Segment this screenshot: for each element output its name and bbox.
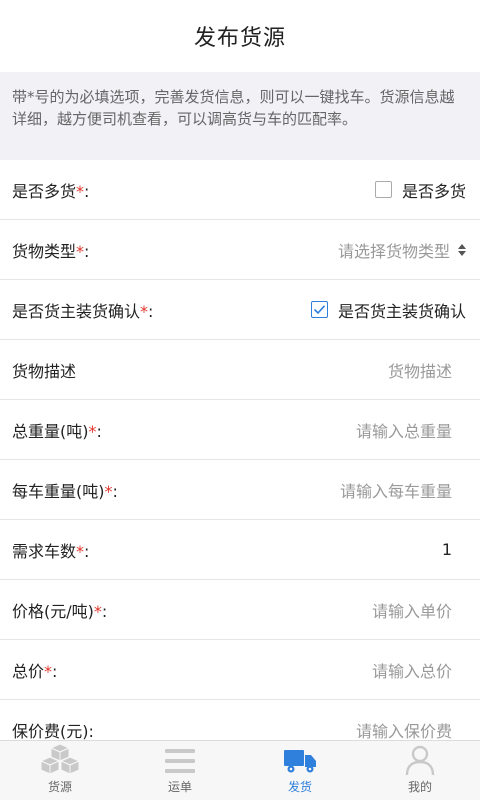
page-title: 发布货源 <box>193 26 286 51</box>
truck-count-row[interactable]: 需求车数*: 1 <box>0 520 480 580</box>
bottom-tabbar: 货源 运单 发货 我的 <box>0 740 480 800</box>
owner-confirm-label: 是否货主装货确认*: <box>12 301 154 321</box>
owner-confirm-row[interactable]: 是否货主装货确认*: 是否货主装货确认 <box>0 280 480 340</box>
insurance-fee-label: 保价费(元): <box>12 721 94 741</box>
insurance-fee-row[interactable]: 保价费(元): 请输入保价费 <box>0 700 480 741</box>
insurance-fee-input[interactable]: 请输入保价费 <box>356 718 466 741</box>
per-truck-weight-row[interactable]: 每车重量(吨)*: 请输入每车重量 <box>0 460 480 520</box>
cargo-type-row[interactable]: 货物类型*: 请选择货物类型 <box>0 220 480 280</box>
checkbox-checked-icon[interactable] <box>310 301 328 318</box>
multi-cargo-checkbox[interactable]: 是否多货 <box>374 178 466 202</box>
unit-price-input[interactable]: 请输入单价 <box>372 598 466 622</box>
boxes-icon <box>39 743 81 775</box>
cargo-desc-input[interactable]: 货物描述 <box>388 358 466 382</box>
tab-waybill[interactable]: 运单 <box>120 741 240 800</box>
truck-count-label: 需求车数*: <box>12 541 90 561</box>
truck-count-input[interactable]: 1 <box>442 540 466 559</box>
tab-cargo-source[interactable]: 货源 <box>0 741 120 800</box>
owner-confirm-checkbox[interactable]: 是否货主装货确认 <box>310 298 466 322</box>
cargo-type-label: 货物类型*: <box>12 241 90 261</box>
cargo-desc-label: 货物描述 <box>12 361 77 381</box>
form-notice: 带*号的为必填选项，完善发货信息，则可以一键找车。货源信息越详细，越方便司机查看… <box>0 72 480 160</box>
truck-icon <box>284 750 316 773</box>
user-icon <box>405 745 435 776</box>
per-truck-weight-label: 每车重量(吨)*: <box>12 481 118 501</box>
list-icon <box>165 749 195 773</box>
total-weight-row[interactable]: 总重量(吨)*: 请输入总重量 <box>0 400 480 460</box>
select-arrows-icon <box>458 243 466 256</box>
cargo-desc-row[interactable]: 货物描述 货物描述 <box>0 340 480 400</box>
multi-cargo-row[interactable]: 是否多货*: 是否多货 <box>0 160 480 220</box>
multi-cargo-label: 是否多货*: <box>12 181 90 201</box>
total-weight-input[interactable]: 请输入总重量 <box>356 418 466 442</box>
total-weight-label: 总重量(吨)*: <box>12 421 102 441</box>
unit-price-row[interactable]: 价格(元/吨)*: 请输入单价 <box>0 580 480 640</box>
total-price-row[interactable]: 总价*: 请输入总价 <box>0 640 480 700</box>
per-truck-weight-input[interactable]: 请输入每车重量 <box>340 478 466 502</box>
cargo-type-select[interactable]: 请选择货物类型 <box>338 238 466 262</box>
cargo-form: 是否多货*: 是否多货 货物类型*: 请选择货物类型 是否货主装货确认*: 是否… <box>0 160 480 740</box>
tab-mine[interactable]: 我的 <box>360 741 480 800</box>
checkbox-unchecked-icon[interactable] <box>374 181 392 198</box>
tab-ship[interactable]: 发货 <box>240 741 360 800</box>
top-header: 发布货源 <box>0 0 480 72</box>
total-price-input[interactable]: 请输入总价 <box>372 658 466 682</box>
notice-text: 带*号的为必填选项，完善发货信息，则可以一键找车。货源信息越详细，越方便司机查看… <box>12 88 455 128</box>
total-price-label: 总价*: <box>12 661 58 681</box>
unit-price-label: 价格(元/吨)*: <box>12 601 108 621</box>
